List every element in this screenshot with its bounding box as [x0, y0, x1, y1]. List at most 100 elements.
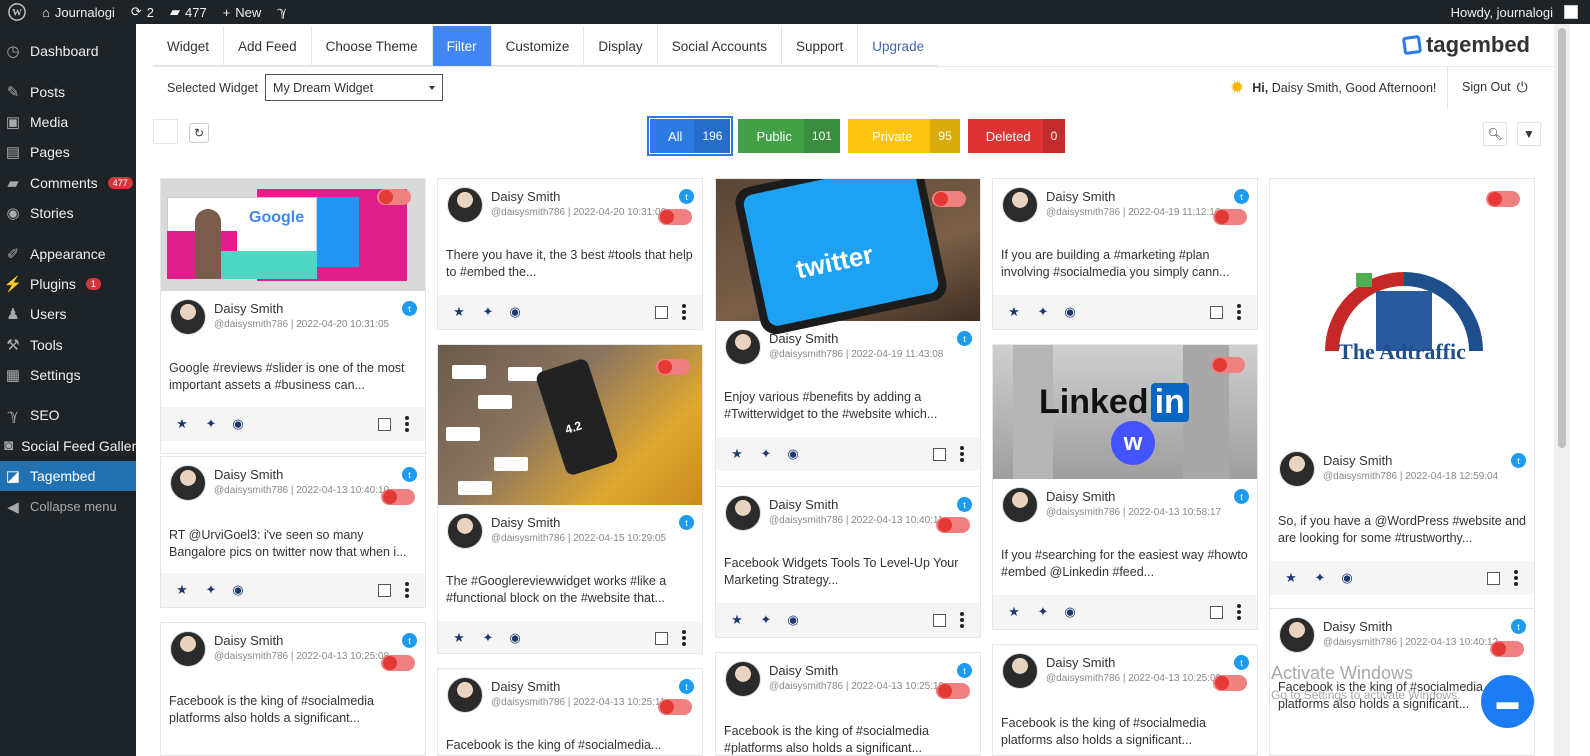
pin-icon[interactable]: ✦: [1035, 604, 1051, 620]
comments-link[interactable]: ▰ 477: [162, 0, 215, 24]
eye-icon[interactable]: ◉: [785, 612, 801, 628]
tab-social-accounts[interactable]: Social Accounts: [658, 26, 782, 66]
tab-widget[interactable]: Widget: [153, 26, 225, 66]
star-icon[interactable]: ★: [729, 446, 745, 462]
visibility-toggle[interactable]: [381, 489, 415, 505]
more-options-icon[interactable]: [405, 582, 409, 598]
more-options-icon[interactable]: [405, 416, 409, 432]
sidebar-item-plugins[interactable]: ⚡ Plugins 1: [0, 269, 136, 299]
wordpress-logo-icon[interactable]: W: [0, 0, 34, 24]
post-checkbox[interactable]: [933, 447, 946, 461]
collapse-menu-button[interactable]: ◀ Collapse menu: [0, 491, 136, 521]
star-icon[interactable]: ★: [729, 612, 745, 628]
visibility-toggle[interactable]: [658, 699, 692, 715]
chat-support-button[interactable]: ▬: [1481, 675, 1534, 728]
visibility-toggle[interactable]: [1486, 191, 1520, 207]
pin-icon[interactable]: ✦: [480, 304, 496, 320]
tab-display[interactable]: Display: [584, 26, 658, 66]
pin-icon[interactable]: ✦: [480, 630, 496, 646]
visibility-toggle[interactable]: [1490, 641, 1524, 657]
sidebar-item-tagembed[interactable]: ◪ Tagembed: [0, 461, 136, 492]
sign-out-button[interactable]: Sign Out ⏻: [1447, 66, 1528, 108]
post-checkbox[interactable]: [655, 305, 668, 319]
eye-icon[interactable]: ◉: [507, 630, 523, 646]
visibility-toggle[interactable]: [1211, 357, 1245, 373]
pin-icon[interactable]: ✦: [758, 612, 774, 628]
pin-icon[interactable]: ✦: [758, 446, 774, 462]
visibility-toggle[interactable]: [936, 683, 970, 699]
post-checkbox[interactable]: [378, 417, 391, 431]
select-all-checkbox[interactable]: [153, 119, 178, 144]
filter-button[interactable]: ▼: [1517, 122, 1541, 146]
eye-icon[interactable]: ◉: [785, 446, 801, 462]
page-scrollbar[interactable]: [1554, 24, 1570, 756]
visibility-toggle[interactable]: [1213, 209, 1247, 225]
widget-select[interactable]: My Dream Widget: [265, 74, 444, 101]
sidebar-item-users[interactable]: ♟ Users: [0, 299, 136, 329]
star-icon[interactable]: ★: [1283, 570, 1299, 586]
visibility-toggle[interactable]: [381, 655, 415, 671]
sidebar-item-settings[interactable]: ▦ Settings: [0, 360, 136, 390]
scrollbar-thumb[interactable]: [1558, 28, 1566, 448]
more-options-icon[interactable]: [1237, 304, 1241, 320]
sidebar-item-dashboard[interactable]: ◷ Dashboard: [0, 36, 136, 66]
eye-icon[interactable]: ◉: [1062, 304, 1078, 320]
sidebar-item-comments[interactable]: ▰ Comments 477: [0, 168, 136, 198]
pin-icon[interactable]: ✦: [1035, 304, 1051, 320]
more-options-icon[interactable]: [682, 630, 686, 646]
tab-customize[interactable]: Customize: [492, 26, 585, 66]
sidebar-item-appearance[interactable]: ✐ Appearance: [0, 238, 136, 268]
tab-add-feed[interactable]: Add Feed: [224, 26, 312, 66]
sidebar-item-media[interactable]: ▣ Media: [0, 107, 136, 137]
eye-icon[interactable]: ◉: [230, 416, 246, 432]
filter-public-button[interactable]: Public 101: [738, 119, 840, 153]
tab-support[interactable]: Support: [782, 26, 859, 66]
more-options-icon[interactable]: [960, 612, 964, 628]
sidebar-item-tools[interactable]: ⚒ Tools: [0, 330, 136, 360]
pin-icon[interactable]: ✦: [1312, 570, 1328, 586]
more-options-icon[interactable]: [1237, 604, 1241, 620]
tab-upgrade[interactable]: Upgrade: [858, 26, 938, 66]
visibility-toggle[interactable]: [377, 189, 411, 205]
eye-icon[interactable]: ◉: [1062, 604, 1078, 620]
star-icon[interactable]: ★: [1006, 604, 1022, 620]
post-checkbox[interactable]: [1210, 305, 1223, 319]
filter-all-button[interactable]: All 196: [646, 116, 734, 156]
star-icon[interactable]: ★: [451, 630, 467, 646]
star-icon[interactable]: ★: [174, 582, 190, 598]
visibility-toggle[interactable]: [936, 517, 970, 533]
post-checkbox[interactable]: [378, 583, 391, 597]
sidebar-item-social-feed-gallery[interactable]: ◙ Social Feed Gallery: [0, 431, 143, 461]
sidebar-item-seo[interactable]: ℽ SEO: [0, 400, 136, 430]
star-icon[interactable]: ★: [1006, 304, 1022, 320]
yoast-seo-link[interactable]: ℽ: [269, 0, 294, 24]
more-options-icon[interactable]: [1514, 570, 1518, 586]
post-checkbox[interactable]: [933, 613, 946, 627]
eye-icon[interactable]: ◉: [507, 304, 523, 320]
pin-icon[interactable]: ✦: [203, 582, 219, 598]
pin-icon[interactable]: ✦: [203, 416, 219, 432]
site-name-link[interactable]: ⌂ Journalogi: [34, 0, 123, 24]
star-icon[interactable]: ★: [174, 416, 190, 432]
visibility-toggle[interactable]: [1213, 675, 1247, 691]
post-checkbox[interactable]: [655, 631, 668, 645]
tab-choose-theme[interactable]: Choose Theme: [312, 26, 433, 66]
post-checkbox[interactable]: [1487, 571, 1500, 585]
eye-icon[interactable]: ◉: [230, 582, 246, 598]
post-checkbox[interactable]: [1210, 605, 1223, 619]
search-button[interactable]: 🔍︎: [1483, 122, 1507, 146]
filter-deleted-button[interactable]: Deleted 0: [967, 119, 1066, 153]
updates-link[interactable]: ⟳ 2: [123, 0, 162, 24]
filter-private-button[interactable]: Private 95: [847, 119, 960, 153]
sidebar-item-pages[interactable]: ▤ Pages: [0, 137, 136, 167]
more-options-icon[interactable]: [682, 304, 686, 320]
my-account-link[interactable]: Howdy, journalogi: [1443, 0, 1590, 24]
more-options-icon[interactable]: [960, 446, 964, 462]
eye-icon[interactable]: ◉: [1339, 570, 1355, 586]
visibility-toggle[interactable]: [932, 191, 966, 207]
visibility-toggle[interactable]: [658, 209, 692, 225]
sidebar-item-stories[interactable]: ◉ Stories: [0, 198, 136, 228]
sidebar-item-posts[interactable]: ✎ Posts: [0, 76, 136, 106]
refresh-button[interactable]: ↻: [189, 123, 209, 143]
tab-filter[interactable]: Filter: [432, 26, 492, 66]
